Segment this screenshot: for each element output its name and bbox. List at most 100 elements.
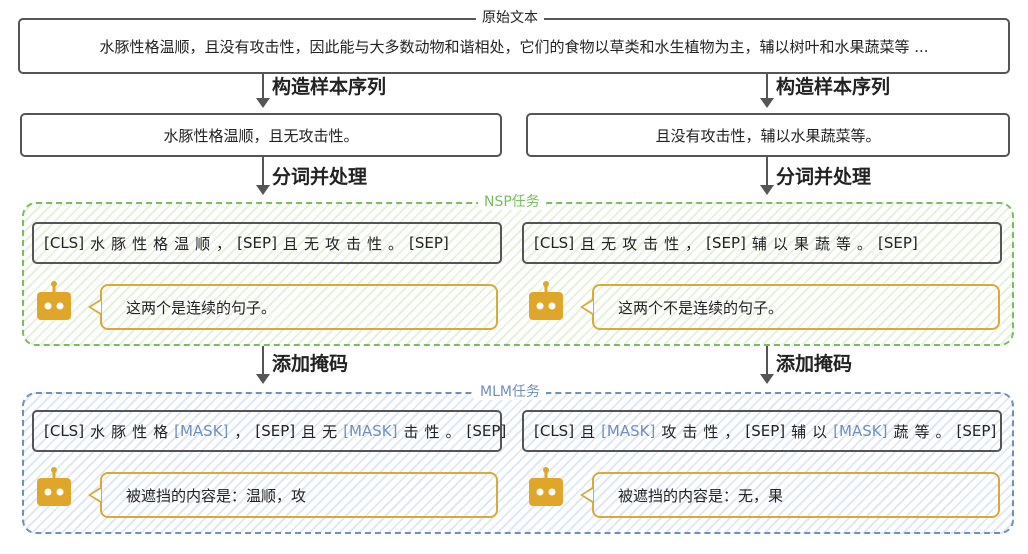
- nsp-left-sequence: [CLS] 水豚性格温顺， [SEP] 且无攻击性。 [SEP]: [32, 222, 502, 264]
- sequence-token: ，: [234, 422, 250, 441]
- sequence-token: [CLS]: [534, 234, 575, 252]
- step-build-right: 构造样本序列: [776, 76, 891, 98]
- bubble-tail: [580, 298, 594, 316]
- mask-token: [MASK]: [174, 422, 229, 440]
- sequence-token: 。: [445, 422, 461, 441]
- sequence-token: ，: [216, 234, 232, 253]
- mlm-left-sequence: [CLS] 水豚性格 [MASK]， [SEP] 且无 [MASK] 击性。 [SEP]: [32, 410, 506, 452]
- sequence-token: 蔬: [814, 234, 830, 253]
- bubble-tail: [88, 298, 102, 316]
- sequence-token: 温: [174, 234, 190, 253]
- sequence-token: 无: [303, 234, 319, 253]
- sequence-token: 攻: [324, 234, 340, 253]
- sequence-token: 。: [856, 234, 872, 253]
- sample-left-box: 水豚性格温顺，且无攻击性。: [20, 113, 502, 157]
- sequence-token: ，: [685, 234, 701, 253]
- sequence-token: 且: [282, 234, 298, 253]
- mlm-right-result: 被遮挡的内容是：无，果: [618, 486, 784, 505]
- mlm-right-sequence: [CLS] 且 [MASK] 攻击性 ， [SEP] 辅以 [MASK] 蔬等。 [SEP]: [522, 410, 1002, 452]
- mlm-left-result: 被遮挡的内容是：温顺，攻: [126, 486, 307, 505]
- sequence-token: [CLS]: [44, 422, 85, 440]
- sequence-token: 果: [793, 234, 809, 253]
- sequence-token: 以: [812, 422, 828, 441]
- sequence-token: 。: [388, 234, 404, 253]
- sample-right-box: 且没有攻击性，辅以水果蔬菜等。: [526, 113, 1010, 157]
- sequence-token: 且: [580, 234, 596, 253]
- sequence-token: [CLS]: [534, 422, 575, 440]
- sequence-token: 水: [90, 234, 106, 253]
- robot-icon: [37, 467, 71, 506]
- nsp-left-bubble: 这两个是连续的句子。: [88, 284, 498, 330]
- nsp-right-result: 这两个不是连续的句子。: [618, 298, 784, 317]
- step-mask-right: 添加掩码: [776, 353, 853, 375]
- bubble-tail: [580, 486, 594, 504]
- sequence-token: [SEP]: [956, 422, 997, 440]
- sequence-token: [SEP]: [237, 234, 277, 252]
- arrow-mask-left: [256, 346, 270, 384]
- sequence-token: [SEP]: [745, 422, 786, 440]
- sequence-token: 辅: [751, 234, 767, 253]
- sequence-token: [SEP]: [878, 234, 918, 252]
- bubble-tail: [88, 486, 102, 504]
- sequence-token: 性: [132, 234, 148, 253]
- sequence-token: 击: [682, 422, 698, 441]
- sequence-token: 攻: [661, 422, 677, 441]
- arrow-mask-right: [760, 346, 774, 384]
- mlm-left-bubble: 被遮挡的内容是：温顺，攻: [88, 472, 498, 518]
- nsp-right-sequence: [CLS] 且无攻击性 ， [SEP] 辅以果蔬等。 [SEP]: [522, 222, 1002, 264]
- mask-token: [MASK]: [833, 422, 888, 440]
- nsp-label: NSP任务: [478, 194, 546, 210]
- sequence-token: 且: [580, 422, 596, 441]
- sequence-token: [SEP]: [466, 422, 507, 440]
- sequence-token: 击: [643, 234, 659, 253]
- sequence-token: 性: [664, 234, 680, 253]
- nsp-right-bubble: 这两个不是连续的句子。: [580, 284, 1000, 330]
- sequence-token: 性: [366, 234, 382, 253]
- robot-icon: [529, 467, 563, 506]
- sequence-token: 击: [403, 422, 419, 441]
- sequence-token: 且: [301, 422, 317, 441]
- source-text: 水豚性格温顺，且没有攻击性，因此能与大多数动物和谐相处，它们的食物以草类和水生植…: [99, 37, 929, 56]
- sample-left-text: 水豚性格温顺，且无攻击性。: [163, 126, 359, 145]
- sequence-token: 等: [835, 234, 851, 253]
- source-text-box: 水豚性格温顺，且没有攻击性，因此能与大多数动物和谐相处，它们的食物以草类和水生植…: [18, 18, 1010, 74]
- step-build-left: 构造样本序列: [272, 76, 387, 98]
- sequence-token: 等: [914, 422, 930, 441]
- sequence-token: [SEP]: [706, 234, 746, 252]
- nsp-left-result: 这两个是连续的句子。: [126, 298, 277, 317]
- step-tokenize-right: 分词并处理: [776, 166, 872, 188]
- sequence-token: 击: [345, 234, 361, 253]
- sequence-token: 豚: [111, 234, 127, 253]
- sequence-token: 豚: [111, 422, 127, 441]
- sequence-token: 性: [703, 422, 719, 441]
- sequence-token: 。: [935, 422, 951, 441]
- sequence-token: [SEP]: [255, 422, 296, 440]
- arrow-tokenize-right: [760, 157, 774, 195]
- sequence-token: [CLS]: [44, 234, 85, 252]
- sequence-token: 蔬: [893, 422, 909, 441]
- sequence-token: [SEP]: [409, 234, 449, 252]
- sequence-token: 格: [153, 234, 169, 253]
- arrow-tokenize-left: [256, 157, 270, 195]
- arrow-build-left: [256, 74, 270, 108]
- sample-right-text: 且没有攻击性，辅以水果蔬菜等。: [655, 126, 881, 145]
- robot-icon: [37, 281, 71, 320]
- sequence-token: 性: [424, 422, 440, 441]
- sequence-token: 格: [153, 422, 169, 441]
- sequence-token: 水: [90, 422, 106, 441]
- mask-token: [MASK]: [601, 422, 656, 440]
- sequence-token: ，: [724, 422, 740, 441]
- mlm-label: MLM任务: [474, 384, 546, 400]
- source-label: 原始文本: [476, 10, 544, 26]
- sequence-token: 无: [322, 422, 338, 441]
- step-mask-left: 添加掩码: [272, 353, 349, 375]
- sequence-token: 顺: [195, 234, 211, 253]
- mask-token: [MASK]: [343, 422, 398, 440]
- sequence-token: 无: [601, 234, 617, 253]
- robot-icon: [529, 281, 563, 320]
- arrow-build-right: [760, 74, 774, 108]
- sequence-token: 性: [132, 422, 148, 441]
- mlm-right-bubble: 被遮挡的内容是：无，果: [580, 472, 1000, 518]
- sequence-token: 攻: [622, 234, 638, 253]
- sequence-token: 辅: [791, 422, 807, 441]
